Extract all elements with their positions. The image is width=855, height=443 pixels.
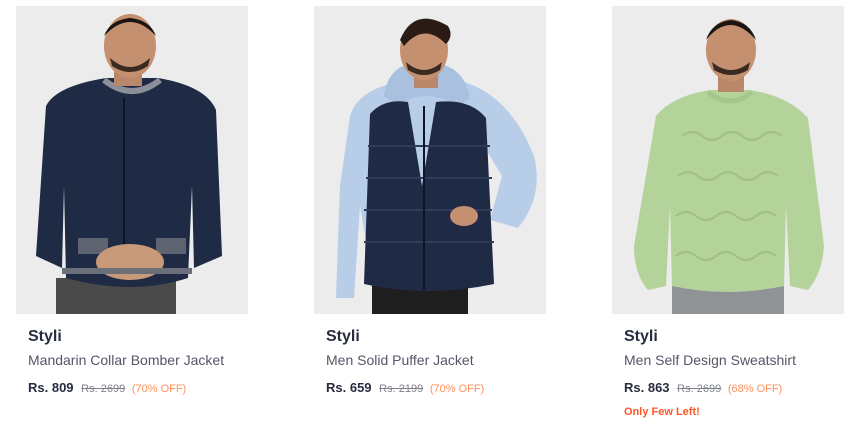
product-brand: Styli: [28, 328, 62, 345]
puffer-vest-photo: [314, 6, 546, 314]
product-price: Rs. 659: [326, 380, 372, 395]
product-brand: Styli: [624, 328, 658, 345]
product-name: Men Self Design Sweatshirt: [624, 352, 796, 368]
price-row: Rs. 863 Rs. 2699 (68% OFF): [624, 380, 844, 397]
product-name: Mandarin Collar Bomber Jacket: [28, 352, 225, 368]
price-row: Rs. 809 Rs. 2699 (70% OFF): [28, 380, 248, 397]
product-image[interactable]: [16, 6, 248, 314]
product-price: Rs. 863: [624, 380, 670, 395]
product-price: Rs. 809: [28, 380, 74, 395]
product-image[interactable]: [314, 6, 546, 314]
product-card[interactable]: Styli Mandarin Collar Bomber Jacket Rs. …: [16, 6, 248, 436]
product-brand: Styli: [326, 328, 360, 345]
price-row: Rs. 659 Rs. 2199 (70% OFF): [326, 380, 546, 397]
product-mrp: Rs. 2699: [81, 383, 126, 395]
product-card[interactable]: Styli Men Solid Puffer Jacket Rs. 659 Rs…: [314, 6, 546, 436]
stock-warning: Only Few Left!: [624, 406, 700, 418]
product-mrp: Rs. 2199: [379, 383, 424, 395]
product-name: Men Solid Puffer Jacket: [326, 352, 474, 368]
product-card[interactable]: Styli Men Self Design Sweatshirt Rs. 863…: [612, 6, 844, 436]
bomber-jacket-photo: [16, 6, 248, 314]
product-discount: (70% OFF): [131, 383, 187, 395]
green-sweatshirt-photo: [612, 6, 844, 314]
product-mrp: Rs. 2699: [677, 383, 722, 395]
product-image[interactable]: [612, 6, 844, 314]
product-discount: (68% OFF): [727, 383, 783, 395]
product-discount: (70% OFF): [429, 383, 485, 395]
